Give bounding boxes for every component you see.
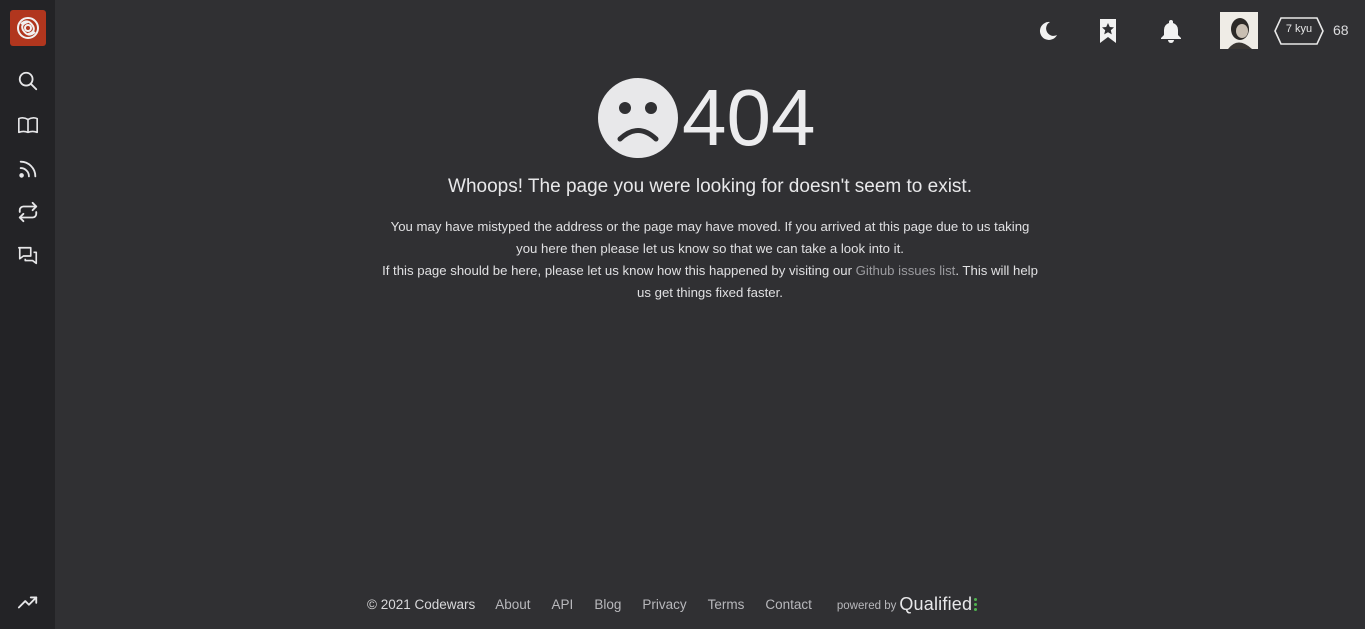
sad-face-icon (598, 78, 678, 158)
footer-link-blog[interactable]: Blog (594, 597, 621, 612)
qualified-logo: Qualified (899, 593, 973, 614)
codewars-logo-icon[interactable] (10, 10, 46, 46)
footer-link-contact[interactable]: Contact (765, 597, 812, 612)
moon-icon[interactable] (1034, 16, 1062, 46)
copyright: © 2021 Codewars (367, 596, 476, 612)
sidebar (0, 0, 55, 629)
error-message-line-2: If this page should be here, please let … (380, 260, 1040, 304)
error-hero: 404 (598, 76, 815, 160)
footer-link-api[interactable]: API (552, 597, 574, 612)
book-icon[interactable] (16, 113, 40, 137)
footer-link-about[interactable]: About (495, 597, 530, 612)
github-issues-link[interactable]: Github issues list (856, 263, 956, 278)
honor-count: 68 (1333, 22, 1349, 38)
error-message-line-1: You may have mistyped the address or the… (390, 219, 1030, 256)
error-code: 404 (682, 73, 816, 162)
bell-icon[interactable] (1157, 16, 1185, 46)
qualified-dots-icon (974, 597, 978, 611)
error-message: You may have mistyped the address or the… (380, 216, 1040, 304)
error-message-prefix: If this page should be here, please let … (382, 263, 856, 278)
avatar[interactable] (1220, 12, 1258, 49)
chat-icon[interactable] (16, 244, 40, 268)
powered-by-label: powered by (836, 600, 897, 612)
footer-link-terms[interactable]: Terms (708, 597, 745, 612)
bookmark-star-icon[interactable] (1094, 16, 1122, 46)
rank-badge[interactable]: 7 kyu (1274, 17, 1324, 45)
footer-link-privacy[interactable]: Privacy (642, 597, 686, 612)
error-headline: Whoops! The page you were looking for do… (448, 176, 972, 197)
rank-label: 7 kyu (1285, 23, 1313, 35)
footer: © 2021 Codewars About API Blog Privacy T… (367, 593, 978, 615)
powered-by-qualified[interactable]: powered by Qualified (836, 593, 978, 615)
trending-up-icon[interactable] (16, 590, 40, 614)
repeat-icon[interactable] (16, 200, 40, 224)
search-icon[interactable] (16, 69, 40, 93)
